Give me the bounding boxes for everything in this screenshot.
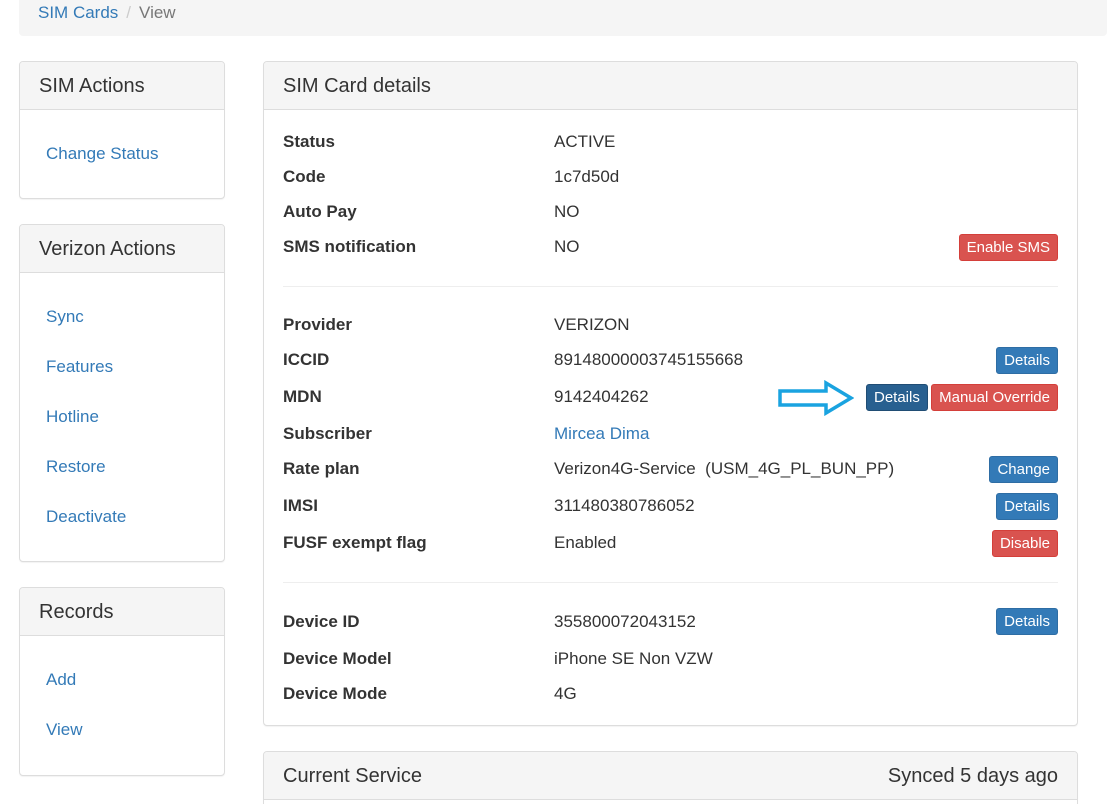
sms-notification-label: SMS notification <box>283 237 417 256</box>
current-service-title: Current Service <box>283 765 422 787</box>
hotline-link[interactable]: Hotline <box>46 407 99 427</box>
provider-label: Provider <box>283 315 352 334</box>
verizon-actions-heading: Verizon Actions <box>20 225 224 273</box>
device-id-label: Device ID <box>283 612 360 631</box>
current-service-heading: Current Service Synced 5 days ago <box>264 752 1077 800</box>
view-records-link[interactable]: View <box>46 720 83 740</box>
imsi-value: 311480380786052 <box>554 496 695 515</box>
device-model-value: iPhone SE Non VZW <box>554 649 713 668</box>
mdn-label: MDN <box>283 387 322 406</box>
change-rate-plan-button[interactable]: Change <box>989 456 1058 483</box>
mdn-details-button[interactable]: Details <box>866 384 928 411</box>
breadcrumb: SIM Cards / View <box>19 0 1107 36</box>
sms-notification-value: NO <box>554 237 580 256</box>
mdn-value: 9142404262 <box>554 387 649 406</box>
rate-plan-value: Verizon4G-Service (USM_4G_PL_BUN_PP) <box>554 459 895 478</box>
status-value: ACTIVE <box>554 132 616 151</box>
records-heading: Records <box>20 588 224 636</box>
section-divider <box>283 582 1058 583</box>
iccid-details-button[interactable]: Details <box>996 347 1058 374</box>
manual-override-button[interactable]: Manual Override <box>931 384 1058 411</box>
auto-pay-label: Auto Pay <box>283 202 357 221</box>
device-id-details-button[interactable]: Details <box>996 608 1058 635</box>
sim-card-details-panel: SIM Card details Status ACTIVE Code 1c7d… <box>263 61 1078 726</box>
enable-sms-button[interactable]: Enable SMS <box>958 234 1058 261</box>
breadcrumb-sim-cards-link[interactable]: SIM Cards <box>38 3 118 22</box>
iccid-value: 89148000003745155668 <box>554 350 744 369</box>
current-service-panel: Current Service Synced 5 days ago <box>263 751 1078 804</box>
status-label: Status <box>283 132 335 151</box>
fusf-exempt-value: Enabled <box>554 533 617 552</box>
records-panel: Records Add View <box>19 587 225 776</box>
subscriber-link[interactable]: Mircea Dima <box>554 424 649 444</box>
right-arrow-icon <box>778 380 854 416</box>
auto-pay-value: NO <box>554 202 580 221</box>
imsi-label: IMSI <box>283 496 318 515</box>
device-id-value: 355800072043152 <box>554 612 696 631</box>
code-label: Code <box>283 167 326 186</box>
rate-plan-label: Rate plan <box>283 459 360 478</box>
features-link[interactable]: Features <box>46 357 113 377</box>
breadcrumb-separator: / <box>126 3 132 22</box>
sim-card-details-heading: SIM Card details <box>264 62 1077 110</box>
provider-value: VERIZON <box>554 315 630 334</box>
sync-link[interactable]: Sync <box>46 307 84 327</box>
section-divider <box>283 286 1058 287</box>
disable-fusf-button[interactable]: Disable <box>991 530 1058 557</box>
deactivate-link[interactable]: Deactivate <box>46 507 126 527</box>
synced-status: Synced 5 days ago <box>887 765 1058 787</box>
restore-link[interactable]: Restore <box>46 457 106 477</box>
breadcrumb-current: View <box>139 3 176 22</box>
imsi-details-button[interactable]: Details <box>996 493 1058 520</box>
code-value: 1c7d50d <box>554 167 620 186</box>
verizon-actions-panel: Verizon Actions Sync Features Hotline Re… <box>19 224 225 562</box>
device-model-label: Device Model <box>283 649 392 668</box>
device-mode-label: Device Mode <box>283 684 387 703</box>
iccid-label: ICCID <box>283 350 330 369</box>
fusf-exempt-label: FUSF exempt flag <box>283 533 427 552</box>
add-record-link[interactable]: Add <box>46 670 76 690</box>
sim-actions-heading: SIM Actions <box>20 62 224 110</box>
change-status-link[interactable]: Change Status <box>46 144 158 164</box>
device-mode-value: 4G <box>554 684 577 703</box>
sim-actions-panel: SIM Actions Change Status <box>19 61 225 199</box>
subscriber-label: Subscriber <box>283 424 372 443</box>
